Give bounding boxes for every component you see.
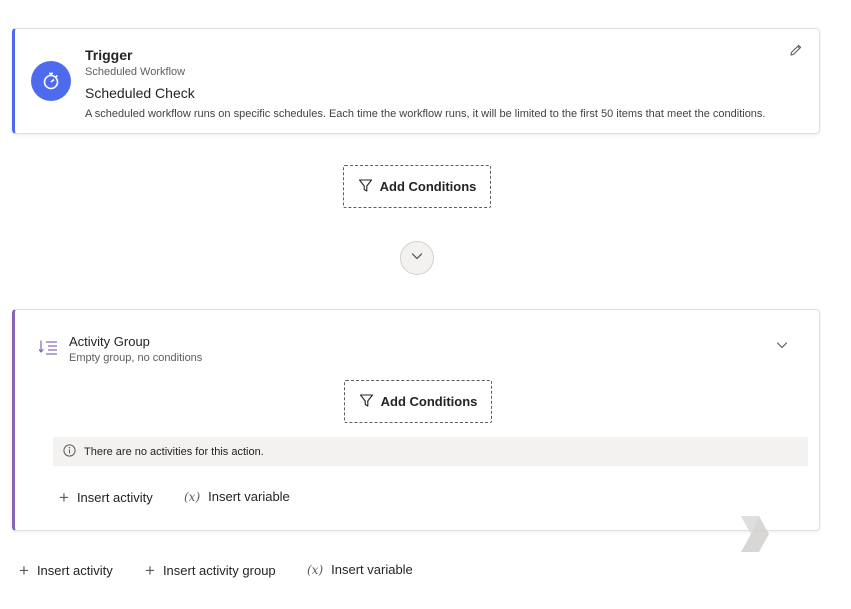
trigger-name: Scheduled Check [85,85,195,101]
activity-list-icon [38,338,59,358]
workflow-canvas: Trigger Scheduled Workflow Scheduled Che… [0,0,851,609]
group-insert-variable-button[interactable]: (x) Insert variable [184,489,290,504]
expand-chevron-button[interactable] [400,241,434,275]
insert-activity-group-label: Insert activity group [162,563,276,578]
group-add-conditions-button[interactable]: Add Conditions [344,380,492,423]
trigger-card[interactable]: Trigger Scheduled Workflow Scheduled Che… [12,28,820,134]
trigger-description: A scheduled workflow runs on specific sc… [85,108,766,120]
filter-icon [359,393,374,411]
trigger-subtitle: Scheduled Workflow [85,66,186,78]
insert-activity-button[interactable]: + Insert activity [19,562,113,579]
chevron-down-icon [410,249,424,268]
plus-icon: + [145,561,155,580]
add-conditions-button[interactable]: Add Conditions [343,165,491,208]
fx-icon: (x) [184,489,201,504]
empty-activities-message: There are no activities for this action. [53,437,808,466]
add-conditions-label: Add Conditions [379,179,477,194]
insert-activity-label: Insert activity [36,563,113,578]
info-text: There are no activities for this action. [84,445,264,458]
insert-variable-button[interactable]: (x) Insert variable [307,562,413,577]
activity-group-card[interactable]: Activity Group Empty group, no condition… [12,309,820,531]
plus-icon: + [59,488,69,507]
group-title: Activity Group [69,334,150,349]
info-icon [63,443,76,460]
fx-icon: (x) [307,562,324,577]
insert-activity-group-button[interactable]: + Insert activity group [145,562,276,579]
plus-icon: + [19,561,29,580]
insert-variable-label: Insert variable [331,562,413,577]
add-conditions-label: Add Conditions [380,394,478,409]
group-insert-activity-button[interactable]: + Insert activity [59,489,153,506]
pencil-icon[interactable] [789,43,805,59]
filter-icon [358,178,373,196]
trigger-title: Trigger [85,47,133,63]
insert-activity-label: Insert activity [76,490,153,505]
chevron-down-icon[interactable] [775,338,791,354]
stopwatch-icon [31,61,71,101]
insert-variable-label: Insert variable [208,489,290,504]
brand-logo-icon [737,514,771,554]
group-subtitle: Empty group, no conditions [69,352,203,364]
